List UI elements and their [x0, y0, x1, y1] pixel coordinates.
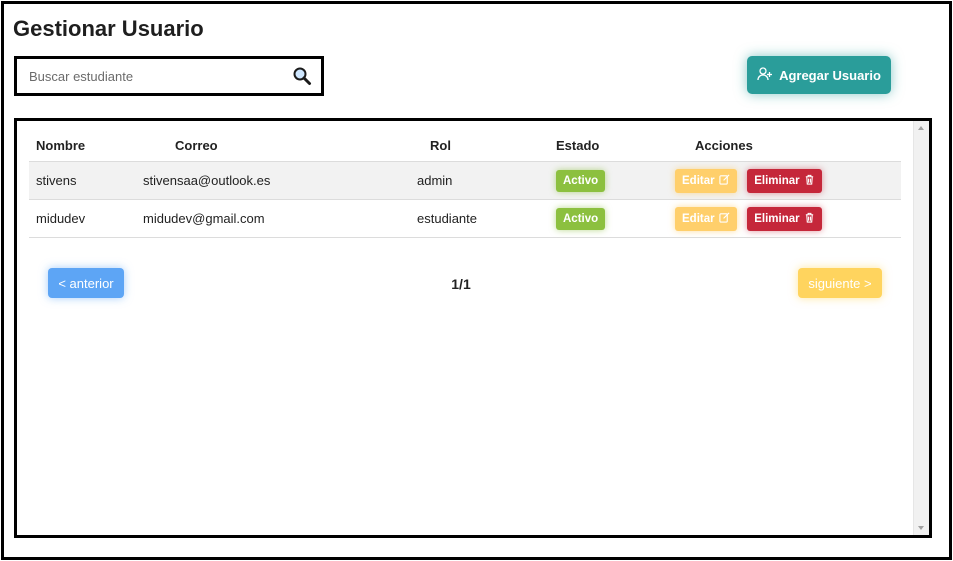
trash-icon: [804, 174, 815, 188]
edit-button[interactable]: Editar: [675, 168, 737, 193]
edit-button[interactable]: Editar: [675, 206, 737, 231]
delete-button[interactable]: Eliminar: [747, 168, 822, 193]
header-estado: Estado: [556, 129, 663, 162]
vertical-scrollbar[interactable]: [913, 121, 929, 535]
previous-page-button[interactable]: < anterior: [48, 268, 124, 298]
status-badge: Activo: [556, 207, 606, 230]
search-icon[interactable]: [289, 63, 315, 89]
table-row: stivens stivensaa@outlook.es admin Activ…: [29, 161, 901, 200]
cell-correo: midudev@gmail.com: [143, 199, 417, 238]
next-page-button[interactable]: siguiente >: [798, 268, 882, 298]
delete-label: Eliminar: [754, 212, 800, 225]
edit-label: Editar: [682, 212, 715, 225]
status-badge: Activo: [556, 169, 606, 192]
scroll-down-icon[interactable]: [918, 526, 924, 530]
cell-rol: admin: [417, 161, 556, 200]
add-user-label: Agregar Usuario: [779, 67, 881, 83]
cell-nombre: stivens: [29, 161, 143, 200]
page-indicator: 1/1: [451, 276, 471, 292]
trash-icon: [804, 212, 815, 226]
delete-button[interactable]: Eliminar: [747, 206, 822, 231]
header-rol: Rol: [417, 129, 556, 162]
users-table: Nombre Correo Rol Estado Acciones stiven…: [29, 129, 901, 238]
user-plus-icon: [757, 66, 773, 85]
add-user-button[interactable]: Agregar Usuario: [747, 56, 891, 94]
edit-label: Editar: [682, 174, 715, 187]
search-input[interactable]: [17, 59, 289, 93]
edit-icon: [718, 174, 730, 188]
header-nombre: Nombre: [29, 129, 143, 162]
page-title: Gestionar Usuario: [13, 16, 204, 41]
search-box: [14, 56, 324, 96]
table-header-row: Nombre Correo Rol Estado Acciones: [29, 129, 901, 162]
header-acciones: Acciones: [663, 129, 901, 162]
header-correo: Correo: [143, 129, 417, 162]
table-row: midudev midudev@gmail.com estudiante Act…: [29, 199, 901, 238]
cell-rol: estudiante: [417, 199, 556, 238]
edit-icon: [718, 212, 730, 226]
delete-label: Eliminar: [754, 174, 800, 187]
cell-nombre: midudev: [29, 199, 143, 238]
users-panel: Nombre Correo Rol Estado Acciones stiven…: [14, 118, 932, 538]
scroll-up-icon[interactable]: [918, 126, 924, 130]
cell-correo: stivensaa@outlook.es: [143, 161, 417, 200]
